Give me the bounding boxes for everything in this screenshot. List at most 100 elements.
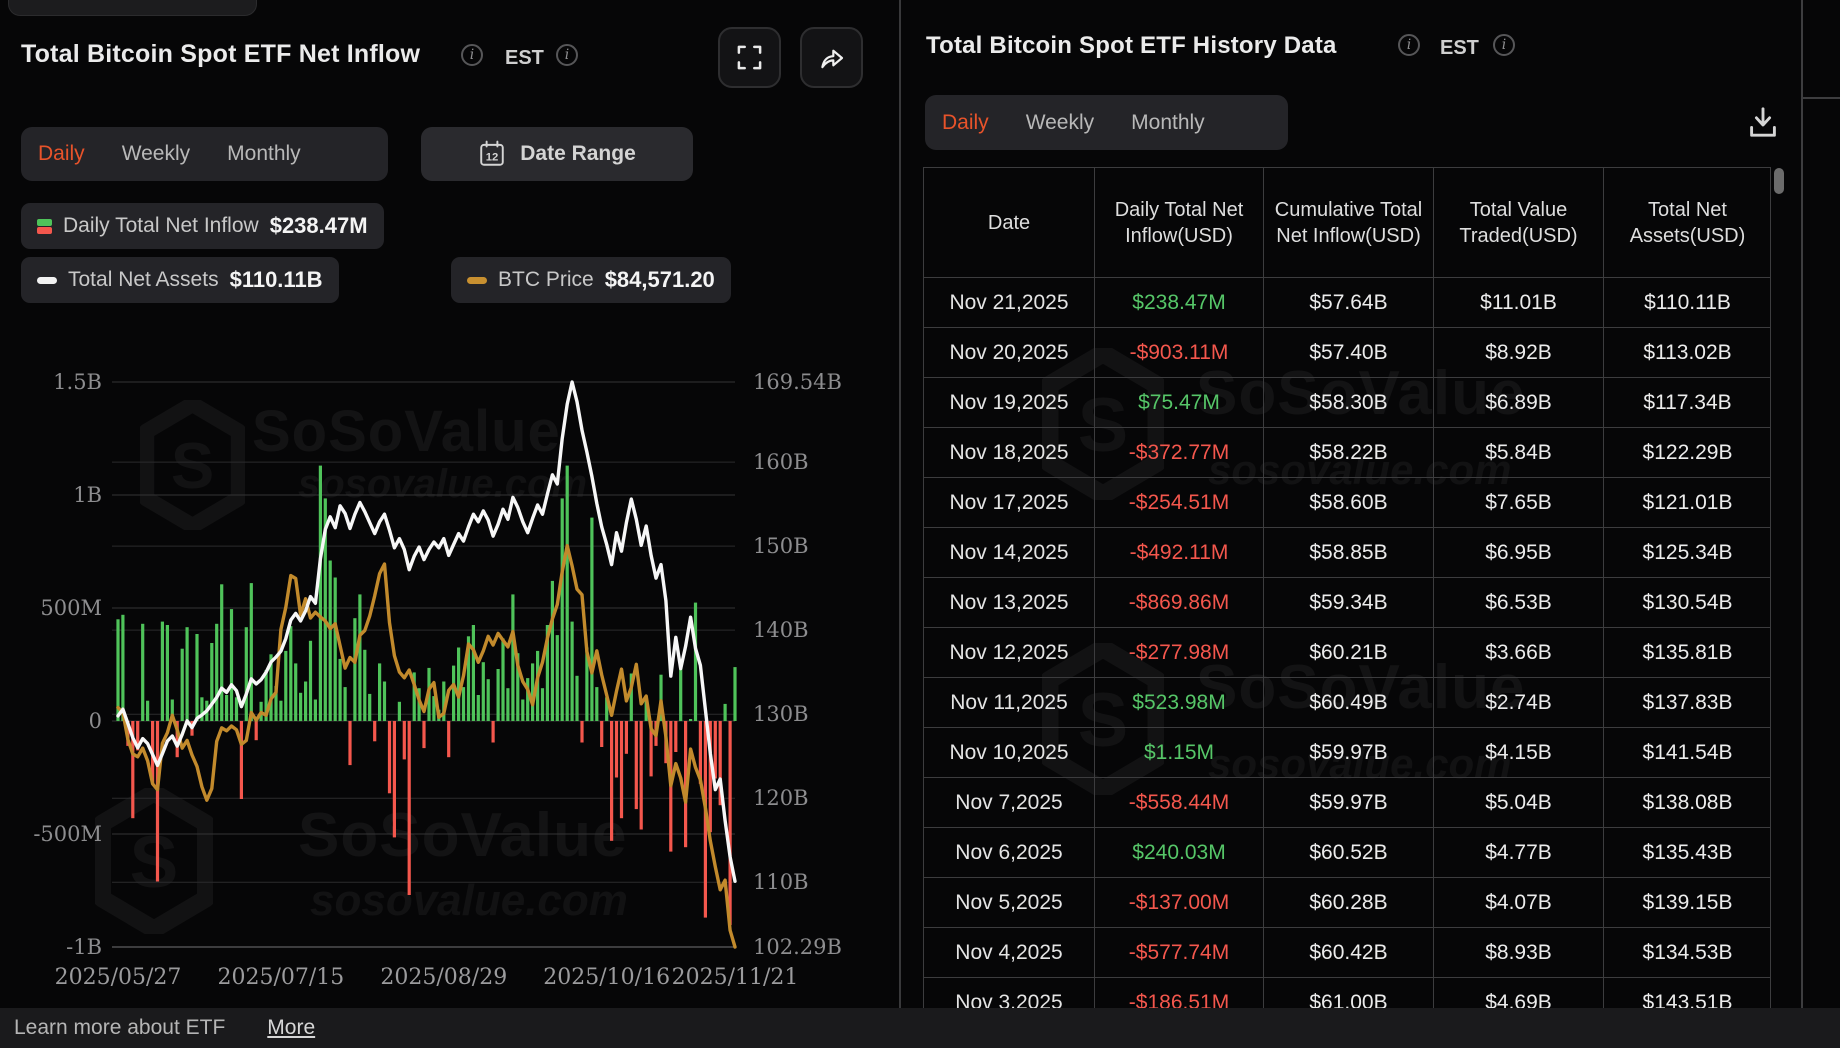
tab-daily[interactable]: Daily — [942, 111, 989, 135]
table-cell: $130.54B — [1604, 578, 1771, 628]
table-scrollbar-thumb[interactable] — [1774, 168, 1784, 194]
table-cell: $137.83B — [1604, 678, 1771, 728]
table-row: Nov 17,2025-$254.51M$58.60B$7.65B$121.01… — [924, 478, 1770, 528]
info-icon[interactable]: i — [1398, 34, 1420, 56]
table-cell: Nov 12,2025 — [924, 628, 1095, 678]
svg-text:2025/11/21: 2025/11/21 — [672, 965, 799, 990]
svg-text:130B: 130B — [753, 702, 809, 726]
download-button[interactable] — [1745, 104, 1781, 145]
svg-text:140B: 140B — [753, 618, 809, 642]
table-cell: Nov 14,2025 — [924, 528, 1095, 578]
legend-assets[interactable]: Total Net Assets $110.11B — [21, 257, 339, 303]
table-cell: Nov 21,2025 — [924, 278, 1095, 328]
svg-text:1B: 1B — [73, 483, 102, 507]
table-cell: $523.98M — [1095, 678, 1264, 728]
svg-text:2025/10/16: 2025/10/16 — [543, 965, 670, 990]
page-scrollbar-track[interactable] — [1801, 0, 1803, 1048]
table-cell: $6.53B — [1434, 578, 1604, 628]
footer-text: Learn more about ETF — [14, 1016, 225, 1040]
table-cell: Nov 7,2025 — [924, 778, 1095, 828]
table-cell: -$577.74M — [1095, 928, 1264, 978]
table-cell: -$903.11M — [1095, 328, 1264, 378]
svg-text:169.54B: 169.54B — [753, 370, 842, 394]
fullscreen-button[interactable] — [718, 27, 781, 88]
date-range-button[interactable]: 12 Date Range — [421, 127, 693, 181]
history-period-tabs: Daily Weekly Monthly — [925, 95, 1288, 150]
svg-text:-1B: -1B — [66, 935, 102, 959]
table-header-cell: Date — [924, 168, 1095, 278]
table-cell: $59.34B — [1264, 578, 1434, 628]
table-cell: -$558.44M — [1095, 778, 1264, 828]
table-cell: $143.51B — [1604, 978, 1771, 1008]
tab-monthly[interactable]: Monthly — [227, 142, 301, 166]
info-icon[interactable]: i — [556, 44, 578, 66]
table-cell: $240.03M — [1095, 828, 1264, 878]
table-row: Nov 19,2025$75.47M$58.30B$6.89B$117.34B — [924, 378, 1770, 428]
svg-text:102.29B: 102.29B — [753, 935, 842, 959]
table-cell: $125.34B — [1604, 528, 1771, 578]
svg-text:120B: 120B — [753, 786, 809, 810]
svg-text:2025/08/29: 2025/08/29 — [380, 965, 507, 990]
info-icon[interactable]: i — [1493, 34, 1515, 56]
est-label: EST — [1440, 37, 1479, 60]
page-title: Total Bitcoin Spot ETF Net Inflow — [21, 40, 420, 69]
table-cell: $58.60B — [1264, 478, 1434, 528]
table-cell: $117.34B — [1604, 378, 1771, 428]
table-cell: $60.42B — [1264, 928, 1434, 978]
date-range-label: Date Range — [520, 142, 636, 166]
table-cell: Nov 18,2025 — [924, 428, 1095, 478]
table-row: Nov 18,2025-$372.77M$58.22B$5.84B$122.29… — [924, 428, 1770, 478]
table-cell: $59.97B — [1264, 728, 1434, 778]
table-row: Nov 12,2025-$277.98M$60.21B$3.66B$135.81… — [924, 628, 1770, 678]
calendar-icon: 12 — [478, 140, 506, 168]
table-cell: $8.92B — [1434, 328, 1604, 378]
table-header-cell: Daily Total Net Inflow(USD) — [1095, 168, 1264, 278]
svg-text:1.5B: 1.5B — [53, 370, 102, 394]
tab-weekly[interactable]: Weekly — [1026, 111, 1094, 135]
table-cell: $59.97B — [1264, 778, 1434, 828]
legend-btc[interactable]: BTC Price $84,571.20 — [451, 257, 731, 303]
table-header-cell: Total Value Traded(USD) — [1434, 168, 1604, 278]
table-cell: $61.00B — [1264, 978, 1434, 1008]
table-cell: $60.28B — [1264, 878, 1434, 928]
table-cell: $8.93B — [1434, 928, 1604, 978]
table-cell: $58.30B — [1264, 378, 1434, 428]
table-cell: $135.43B — [1604, 828, 1771, 878]
table-row: Nov 11,2025$523.98M$60.49B$2.74B$137.83B — [924, 678, 1770, 728]
table-cell: Nov 20,2025 — [924, 328, 1095, 378]
top-partial-tab[interactable] — [8, 0, 257, 16]
share-button[interactable] — [800, 27, 863, 88]
table-cell: $138.08B — [1604, 778, 1771, 828]
footer-more-link[interactable]: More — [267, 1016, 315, 1040]
history-title: Total Bitcoin Spot ETF History Data — [926, 32, 1337, 60]
legend-inflow[interactable]: Daily Total Net Inflow $238.47M — [21, 203, 384, 249]
table-cell: Nov 3,2025 — [924, 978, 1095, 1008]
table-cell: Nov 6,2025 — [924, 828, 1095, 878]
svg-text:110B: 110B — [753, 870, 809, 894]
fullscreen-icon — [736, 44, 763, 71]
table-cell: -$869.86M — [1095, 578, 1264, 628]
legend-inflow-value: $238.47M — [270, 213, 368, 239]
table-cell: $4.69B — [1434, 978, 1604, 1008]
table-cell: $58.85B — [1264, 528, 1434, 578]
table-row: Nov 10,2025$1.15M$59.97B$4.15B$141.54B — [924, 728, 1770, 778]
table-cell: $3.66B — [1434, 628, 1604, 678]
est-label: EST — [505, 47, 544, 70]
table-cell: $2.74B — [1434, 678, 1604, 728]
info-icon[interactable]: i — [461, 44, 483, 66]
tab-weekly[interactable]: Weekly — [122, 142, 190, 166]
table-cell: $135.81B — [1604, 628, 1771, 678]
table-cell: $122.29B — [1604, 428, 1771, 478]
table-header-cell: Cumulative Total Net Inflow(USD) — [1264, 168, 1434, 278]
tab-monthly[interactable]: Monthly — [1131, 111, 1205, 135]
tab-daily[interactable]: Daily — [38, 142, 85, 166]
svg-text:-500M: -500M — [33, 822, 102, 846]
history-table: DateDaily Total Net Inflow(USD)Cumulativ… — [923, 167, 1771, 1008]
table-cell: $60.21B — [1264, 628, 1434, 678]
table-cell: $60.49B — [1264, 678, 1434, 728]
table-cell: $60.52B — [1264, 828, 1434, 878]
assets-dash-icon — [37, 277, 57, 284]
chart-axis-labels: 1.5B1B500M0-500M-1B169.54B160B150B140B13… — [33, 370, 842, 990]
table-row: Nov 20,2025-$903.11M$57.40B$8.92B$113.02… — [924, 328, 1770, 378]
table-header-row: DateDaily Total Net Inflow(USD)Cumulativ… — [924, 168, 1770, 278]
